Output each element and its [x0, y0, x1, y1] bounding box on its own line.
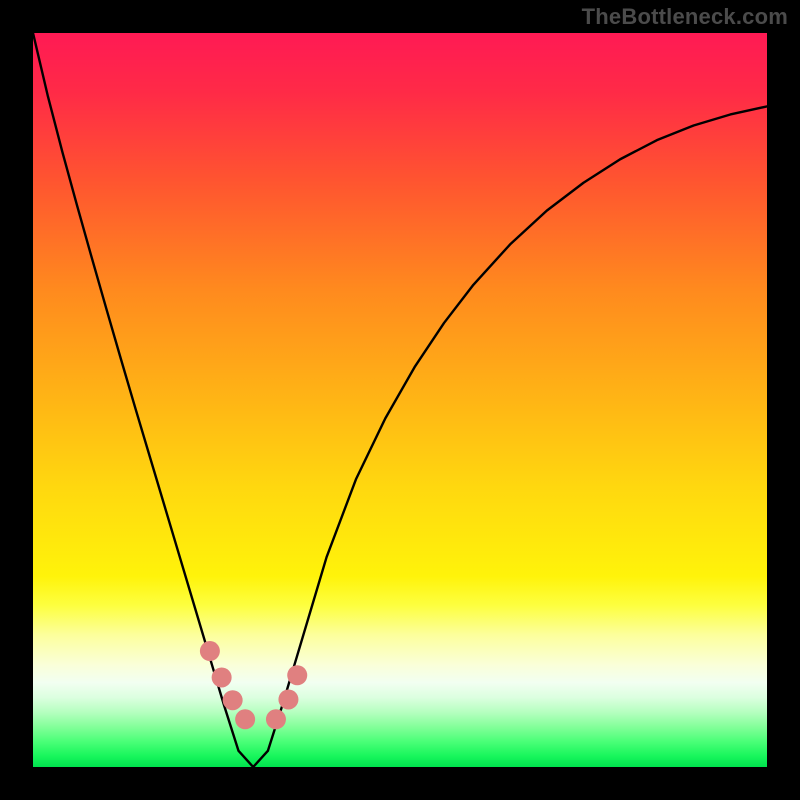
plot-area: [33, 33, 767, 767]
curve-marker: [278, 689, 298, 709]
chart-root: { "watermark": "TheBottleneck.com", "plo…: [0, 0, 800, 800]
curve-marker: [212, 667, 232, 687]
curve-marker: [235, 709, 255, 729]
bottleneck-curve-chart: [33, 33, 767, 767]
curve-marker: [223, 690, 243, 710]
curve-marker: [266, 709, 286, 729]
curve-marker: [287, 665, 307, 685]
watermark-text: TheBottleneck.com: [582, 4, 788, 30]
gradient-background: [33, 33, 767, 767]
curve-marker: [200, 641, 220, 661]
